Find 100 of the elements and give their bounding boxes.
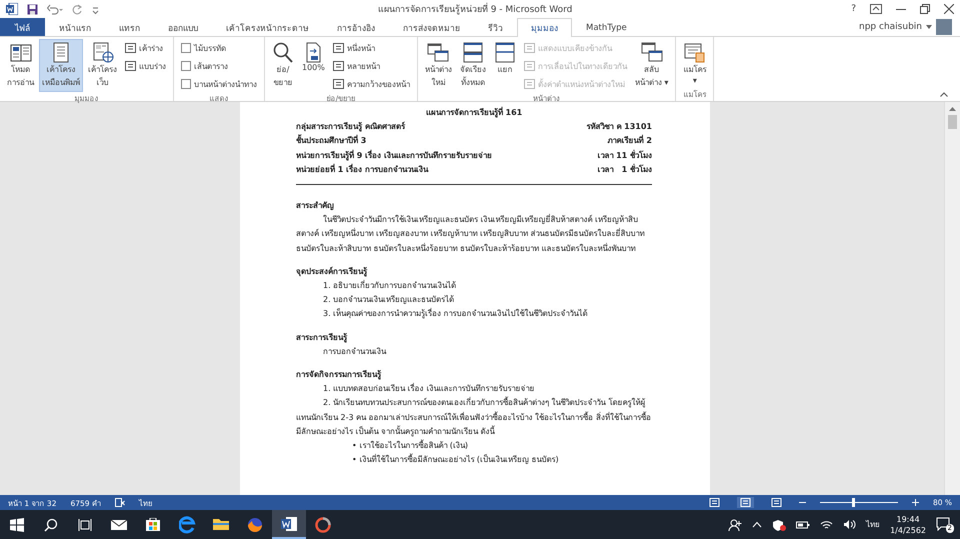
ribbon-tab[interactable]: MathType: [572, 18, 641, 36]
page-icon: [332, 61, 344, 71]
ribbon-icon: [272, 42, 294, 63]
help-button[interactable]: ?: [851, 4, 856, 14]
list-item: 1. อธิบายเกี่ยวกับการบอกจำนวนเงินได้: [322, 279, 458, 292]
section-heading: สาระสำคัญ: [296, 200, 335, 212]
clock-time[interactable]: 19:44: [896, 514, 920, 524]
web-page-icon: [770, 498, 782, 507]
close-icon[interactable]: [944, 4, 954, 14]
header-text: เวลา 1 ชั่วโมง: [597, 162, 652, 176]
header-text: เวลา 11 ชั่วโมง: [597, 148, 652, 162]
clock-date[interactable]: 1/4/2562: [890, 524, 926, 536]
save-icon[interactable]: [27, 4, 38, 14]
ribbon-button[interactable]: แมโคร ▾: [680, 39, 710, 88]
ribbon-tab[interactable]: มุมมอง: [517, 18, 572, 37]
ribbon-icon: [684, 42, 706, 63]
wifi-icon[interactable]: [820, 519, 834, 530]
window-title: แผนการจัดการเรียนรู้หน่วยที่ 9 - Microsoft Word: [99, 2, 852, 16]
header-text: หน่วยย่อยที่ 1 เรื่อง การบอกจำนวนเงิน: [296, 162, 428, 176]
ring-app-icon: [315, 516, 331, 532]
ribbon-tab[interactable]: การส่งจดหมาย: [389, 18, 474, 36]
ribbon-icon: [462, 42, 484, 63]
section-heading: สาระการเรียนรู้: [296, 332, 348, 344]
windows-start-icon[interactable]: [10, 518, 24, 532]
ribbon-button[interactable]: แบบร่าง: [122, 58, 169, 74]
ribbon-button[interactable]: หน้าต่าง ใหม่: [422, 39, 455, 92]
list-item: 1. แบบทดสอบก่อนเรียน เรื่อง เงินและการบันทึกรายรับรายจ่าย: [322, 382, 536, 396]
proofing-icon[interactable]: [114, 498, 125, 507]
header-text: ภาคเรียนที่ 2: [608, 134, 652, 148]
ribbon-tab[interactable]: ออกแบบ: [154, 18, 212, 36]
list-item: การบอกจำนวนเงิน: [322, 346, 388, 358]
people-icon[interactable]: [728, 518, 742, 532]
ribbon-tab[interactable]: การอ้างอิง: [323, 18, 389, 36]
ribbon-button[interactable]: โหมด การอ่าน: [4, 39, 37, 92]
header-text: หน่วยการเรียนรู้ที่ 9 เรื่อง เงินและการบันทึกรายรับรายจ่าย: [296, 148, 492, 162]
header-text: กลุ่มสาระการเรียนรู้ คณิตศาสตร์: [296, 120, 405, 134]
caret-up-icon[interactable]: [752, 521, 762, 528]
checkbox[interactable]: ไม้บรรทัด: [178, 40, 260, 56]
ribbon-button[interactable]: เค้าโครง เว็บ: [85, 39, 120, 92]
paragraph: 2. นักเรียนทบทวนประสบการณ์ของตนเองเกี่ยวกับการซื้อสินค้าต่างๆ ในชีวิตประจำวัน โดยครูให้ผู้แทนนักเรียน 2-3 คน ออกมาเล่าประสบการณ์ให้เพื่อนฟังว่าซื้ออะไรบ้าง ใช้อะไรในการซื้อ สิ่งที่ใช้ในการซื้อมีลักษณะอย่างไร เป็นต้น จากนั้นครูถามคำถามนักเรียน ดังนี้: [296, 396, 652, 438]
bullet-item: • เงินที่ใช้ในการซื้อมีลักษณะอย่างไร (เป็นเงินเหรียญ ธนบัตร): [351, 453, 560, 466]
taskbar-app[interactable]: [272, 510, 306, 539]
view-button[interactable]: [736, 497, 754, 508]
header-text: ชั้นประถมศึกษาปีที่ 3: [296, 134, 366, 148]
ribbon-tab[interactable]: หน้าแรก: [45, 18, 105, 36]
ribbon-icon: [494, 42, 516, 63]
language-indicator[interactable]: ไทย: [866, 518, 880, 531]
ribbon-button[interactable]: เค้าร่าง: [122, 40, 169, 56]
word-app-icon: [281, 516, 297, 530]
scroll-up-icon[interactable]: [949, 106, 956, 112]
zoom-slider[interactable]: [820, 498, 898, 507]
page-icon: [332, 43, 344, 53]
section-heading: จุดประสงค์การเรียนรู้: [296, 266, 368, 278]
word-logo-icon[interactable]: [6, 3, 18, 15]
speaker-icon[interactable]: [843, 519, 856, 530]
ribbon-icon: [427, 42, 450, 63]
file-tab[interactable]: ไฟล์: [0, 18, 45, 36]
zoom-out-icon[interactable]: [798, 499, 806, 506]
checkbox[interactable]: เส้นตาราง: [178, 58, 260, 74]
undo-icon[interactable]: [47, 4, 63, 14]
paragraph: ในชีวิตประจำวันมีการใช้เงินเหรียญและธนบัตร เงินเหรียญมีเหรียญยี่สิบห้าสตางค์ เหรียญห้าสิบสตางค์ เหรียญหนึ่งบาท เหรียญสองบาท เหรียญห้าบาท เหรียญสิบบาท ส่วนธนบัตรมีธนบัตรใบละยี่สิบบาท ธนบัตรใบละห้าสิบบาท ธนบัตรใบละหนึ่งร้อยบาท ธนบัตรใบละห้าร้อยบาท และธนบัตรใบละหนึ่งพันบาท: [296, 213, 646, 255]
bag-icon: [146, 518, 160, 531]
checkbox[interactable]: บานหน้าต่างนำทาง: [178, 76, 260, 92]
document-title: แผนการจัดการเรียนรู้ที่ 161: [424, 106, 524, 120]
ribbon-display-icon[interactable]: [870, 4, 882, 14]
window-icon: [524, 61, 535, 71]
ribbon-button[interactable]: ความกว้างของหน้า: [330, 76, 413, 92]
outline-icon: [125, 61, 136, 71]
section-heading: การจัดกิจกรรมการเรียนรู้: [296, 369, 382, 382]
book-icon: [708, 498, 720, 507]
window-icon: [524, 79, 535, 89]
ribbon-button[interactable]: 100%: [299, 39, 328, 75]
folder-icon: [213, 519, 229, 530]
mail-icon: [111, 520, 127, 530]
redo-icon[interactable]: [72, 4, 83, 14]
restore-icon[interactable]: [920, 4, 930, 14]
ribbon-button[interactable]: จัดเรียง ทั้งหมด: [456, 39, 489, 92]
task-view-icon[interactable]: [78, 518, 92, 532]
ribbon-button[interactable]: เค้าโครง เหมือนพิมพ์: [39, 39, 83, 92]
search-icon[interactable]: [44, 518, 58, 532]
scrollbar-thumb[interactable]: [948, 115, 957, 129]
zoom-in-icon[interactable]: [912, 499, 919, 506]
ribbon-button[interactable]: ย่อ/ ขยาย: [269, 39, 297, 92]
collapse-ribbon-icon[interactable]: [940, 92, 948, 97]
ribbon-tab[interactable]: เค้าโครงหน้ากระดาษ: [212, 18, 323, 36]
list-item: 3. เห็นคุณค่าของการนำความรู้เรื่อง การบอกจำนวนเงินไปใช้ในชีวิตประจำวันได้: [322, 307, 589, 320]
page-icon: [332, 79, 344, 89]
ribbon-button[interactable]: แยก: [490, 39, 519, 79]
window-icon: [524, 43, 535, 53]
speech-bubble-icon: [936, 516, 950, 530]
ribbon-icon: [640, 42, 663, 63]
ribbon-tab[interactable]: รีวิว: [474, 18, 517, 36]
ribbon-button[interactable]: สลับ หน้าต่าง ▾: [632, 39, 672, 92]
battery-icon[interactable]: [796, 520, 810, 530]
ribbon-tab[interactable]: แทรก: [105, 18, 154, 36]
security-icon[interactable]: [772, 518, 786, 530]
ribbon-button[interactable]: หลายหน้า: [330, 58, 413, 74]
account-name[interactable]: npp chaisubin: [859, 22, 922, 32]
ribbon-button[interactable]: หนึ่งหน้า: [330, 40, 413, 56]
caret-icon[interactable]: [926, 25, 932, 29]
